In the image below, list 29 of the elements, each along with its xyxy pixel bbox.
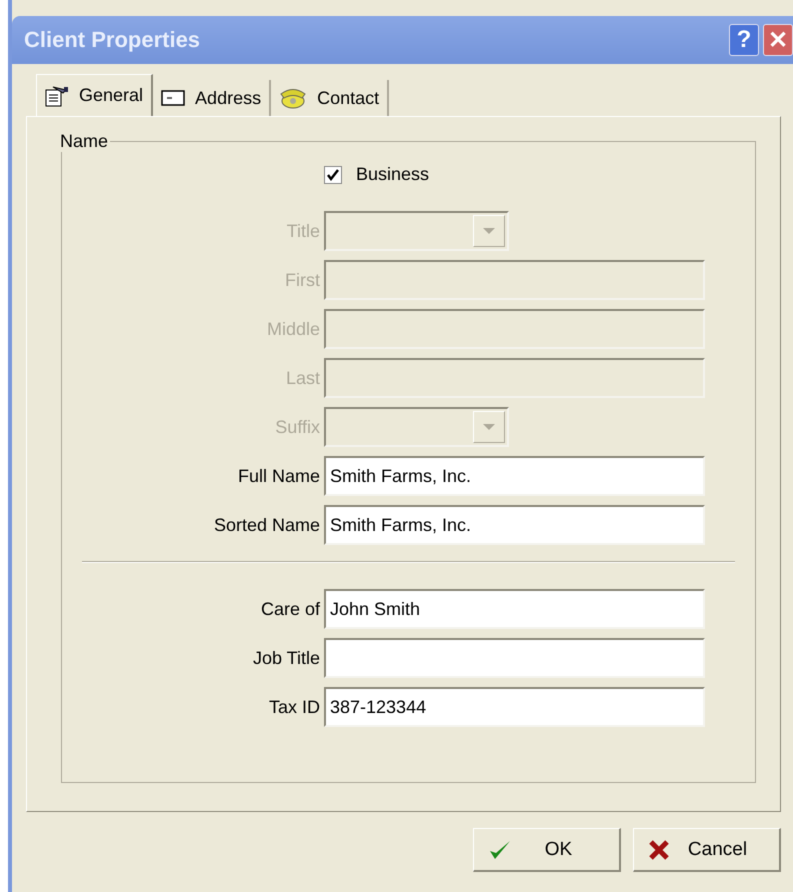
input-field[interactable]: Smith Farms, Inc.: [324, 456, 705, 496]
field-label: Care of: [260, 598, 321, 620]
help-button[interactable]: ?: [729, 24, 759, 56]
input-field[interactable]: [324, 638, 705, 678]
field-label: First: [284, 270, 321, 290]
field-label: Sorted Name: [212, 514, 321, 536]
tab[interactable]: General: [36, 74, 154, 116]
checkmark-icon: [488, 838, 512, 860]
ok-button[interactable]: OK: [473, 828, 621, 872]
field-label: Title: [286, 220, 321, 242]
cancel-button[interactable]: Cancel: [633, 828, 781, 872]
field-label: Suffix: [274, 416, 321, 438]
field-label: Full Name: [236, 466, 321, 486]
field-label: Tax ID: [268, 696, 321, 718]
cross-icon: [648, 838, 670, 860]
window-title: Client Properties: [24, 27, 200, 53]
envelope-icon: [161, 89, 186, 107]
group-label: Name: [59, 131, 110, 152]
phone-icon: [279, 87, 308, 109]
field-label: Job Title: [252, 648, 321, 668]
form-icon: [45, 84, 69, 106]
checkbox-icon[interactable]: [324, 166, 342, 184]
input-field[interactable]: Smith Farms, Inc.: [324, 505, 705, 545]
input-field[interactable]: John Smith: [324, 589, 705, 629]
business-checkbox[interactable]: Business: [324, 164, 430, 185]
input-field[interactable]: 387-123344: [324, 687, 705, 727]
field-label: Last: [284, 368, 321, 388]
field-label: Middle: [266, 318, 321, 340]
close-button[interactable]: ✕: [763, 24, 793, 56]
